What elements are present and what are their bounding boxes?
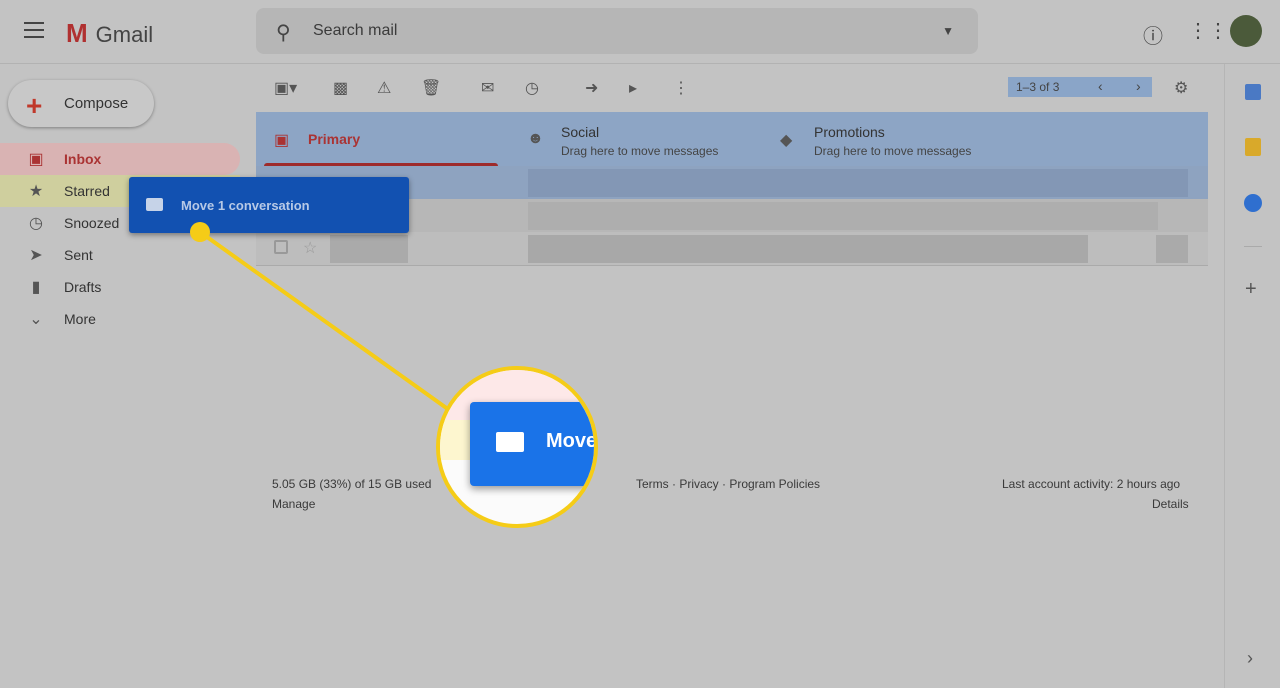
manage-link[interactable]: Manage [272, 497, 315, 511]
callout-line [190, 222, 454, 414]
details-link[interactable]: Details [1152, 497, 1189, 511]
expand-panel-icon[interactable]: › [1247, 648, 1253, 669]
add-addon-icon[interactable]: + [1245, 278, 1257, 301]
calendar-icon[interactable] [1245, 84, 1261, 100]
footer-links[interactable]: Terms · Privacy · Program Policies [636, 477, 820, 491]
storage-usage: 5.05 GB (33%) of 15 GB used [272, 477, 432, 491]
account-activity: Last account activity: 2 hours ago [1002, 477, 1181, 491]
tasks-icon[interactable] [1244, 194, 1262, 212]
envelope-icon [496, 432, 524, 452]
zoom-callout: Move [436, 366, 598, 528]
divider [1244, 246, 1262, 247]
side-panel: + › [1224, 64, 1280, 688]
keep-icon[interactable] [1245, 138, 1261, 156]
